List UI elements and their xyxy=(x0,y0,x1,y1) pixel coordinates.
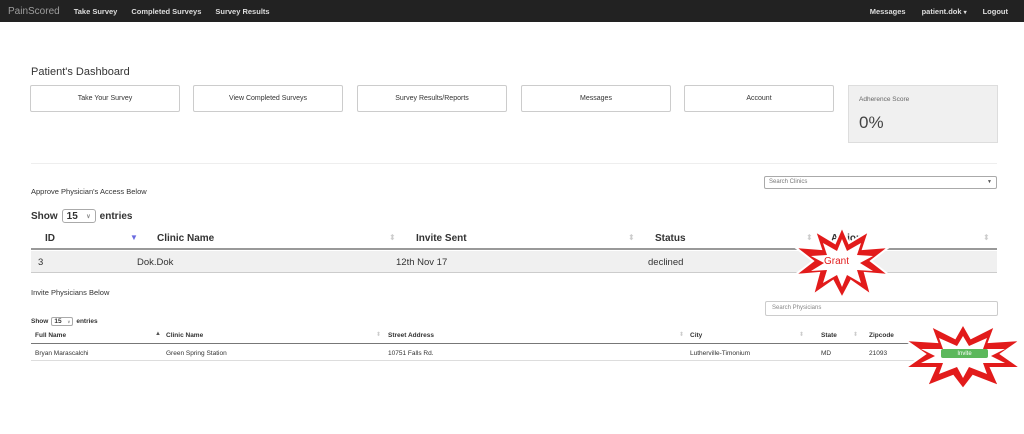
column-header-clinic-name[interactable]: Clinic Name xyxy=(157,233,214,244)
physicians-table-header: Full Name ▲ Clinic Name ⬍ Street Address… xyxy=(31,328,997,344)
sort-icon[interactable]: ⬍ xyxy=(376,331,381,338)
column-header-zipcode[interactable]: Zipcode xyxy=(869,332,894,339)
invite-section-title: Invite Physicians Below xyxy=(31,288,110,297)
cell-zipcode: 21093 xyxy=(869,350,888,357)
search-physicians-input[interactable]: Search Physicians xyxy=(765,301,998,316)
entries-value: 15 xyxy=(66,210,78,222)
chevron-down-icon: ∨ xyxy=(86,213,91,220)
approve-section-title: Approve Physician's Access Below xyxy=(31,187,147,196)
entries-label: entries xyxy=(99,210,133,222)
cell-city: Lutherville-Timonium xyxy=(690,350,751,357)
sort-icon[interactable]: ⬍ xyxy=(628,233,635,242)
entries-select[interactable]: 15 ∨ xyxy=(51,317,74,326)
account-button[interactable]: Account xyxy=(684,85,834,112)
nav-completed-surveys[interactable]: Completed Surveys xyxy=(131,7,201,16)
cell-clinic-name: Dok.Dok xyxy=(137,257,174,268)
show-label: Show xyxy=(31,210,58,222)
entries-value: 15 xyxy=(54,318,62,325)
user-menu[interactable]: patient.dok ▾ xyxy=(922,7,967,16)
nav-survey-results[interactable]: Survey Results xyxy=(215,7,269,16)
entries-length-control: Show 15 ∨ entries xyxy=(31,209,132,223)
divider xyxy=(31,163,997,164)
sort-desc-icon[interactable]: ▼ xyxy=(130,233,138,242)
cell-full-name: Bryan Marascalchi xyxy=(35,350,89,357)
messages-button[interactable]: Messages xyxy=(521,85,671,112)
nav-take-survey[interactable]: Take Survey xyxy=(74,7,118,16)
column-header-clinic-name[interactable]: Clinic Name xyxy=(166,332,203,339)
nav-logout[interactable]: Logout xyxy=(983,7,1008,16)
sort-asc-icon[interactable]: ▲ xyxy=(155,331,161,337)
sort-icon[interactable]: ⬍ xyxy=(389,233,396,242)
invite-button[interactable]: Invite xyxy=(941,349,988,358)
sort-icon[interactable]: ⬍ xyxy=(983,233,990,242)
column-header-state[interactable]: State xyxy=(821,332,837,339)
grant-button[interactable]: Grant xyxy=(824,256,849,267)
entries-label: entries xyxy=(76,318,98,325)
column-header-invite-sent[interactable]: Invite Sent xyxy=(416,233,467,244)
caret-down-icon: ▾ xyxy=(963,9,967,16)
cell-status: declined xyxy=(648,257,684,268)
sort-icon[interactable]: ⬍ xyxy=(853,331,858,338)
column-header-city[interactable]: City xyxy=(690,332,702,339)
cell-state: MD xyxy=(821,350,832,357)
search-clinics-placeholder: Search Clinics xyxy=(769,179,808,185)
cell-clinic-name: Green Spring Station xyxy=(166,350,227,357)
column-header-id[interactable]: ID xyxy=(45,233,55,244)
cell-street-address: 10751 Falls Rd. xyxy=(388,350,434,357)
brand-logo[interactable]: PainScored xyxy=(8,6,60,17)
top-navbar: PainScored Take Survey Completed Surveys… xyxy=(0,0,1024,22)
navbar-right: Messages patient.dok ▾ Logout xyxy=(870,7,1024,16)
cell-id: 3 xyxy=(38,257,44,268)
cell-invite-sent: 12th Nov 17 xyxy=(396,257,448,268)
column-header-street-address[interactable]: Street Address xyxy=(388,332,434,339)
entries-select[interactable]: 15 ∨ xyxy=(61,209,96,223)
sort-icon[interactable]: ⬍ xyxy=(679,331,684,338)
adherence-score-value: 0% xyxy=(859,113,884,132)
entries-length-control-physicians: Show 15 ∨ entries xyxy=(31,317,98,326)
column-header-status[interactable]: Status xyxy=(655,233,686,244)
take-survey-button[interactable]: Take Your Survey xyxy=(30,85,180,112)
nav-messages[interactable]: Messages xyxy=(870,7,906,16)
show-label: Show xyxy=(31,318,49,325)
column-header-full-name[interactable]: Full Name xyxy=(35,332,66,339)
page-title: Patient's Dashboard xyxy=(31,66,130,78)
chevron-down-icon: ▼ xyxy=(987,179,992,185)
sort-icon[interactable]: ⬍ xyxy=(799,331,804,338)
table-row: Bryan Marascalchi Green Spring Station 1… xyxy=(31,345,997,361)
search-clinics-select[interactable]: Search Clinics ▼ xyxy=(764,176,997,189)
user-name: patient.dok xyxy=(921,6,962,16)
survey-results-button[interactable]: Survey Results/Reports xyxy=(357,85,507,112)
view-completed-surveys-button[interactable]: View Completed Surveys xyxy=(193,85,343,112)
adherence-score-label: Adherence Score xyxy=(859,96,910,103)
adherence-score-panel: Adherence Score 0% xyxy=(848,85,998,143)
chevron-down-icon: ∨ xyxy=(67,319,71,324)
